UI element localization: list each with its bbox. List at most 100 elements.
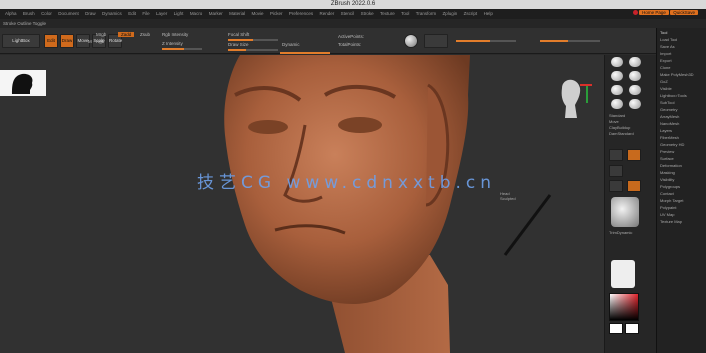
tray-header: Tool bbox=[660, 30, 668, 35]
menu-item[interactable]: Help bbox=[484, 11, 493, 16]
draw-size-slider[interactable] bbox=[228, 49, 278, 51]
quicksave-button[interactable]: QuickSave bbox=[670, 10, 698, 15]
menu-item[interactable]: Movie bbox=[252, 11, 264, 16]
alpha-icon[interactable] bbox=[627, 149, 641, 161]
home-page-button[interactable]: Home Page bbox=[639, 10, 669, 15]
navigation-gizmo-icon[interactable] bbox=[547, 73, 597, 123]
tray-row[interactable]: Preview bbox=[660, 149, 674, 154]
tray-row[interactable]: Visible bbox=[660, 86, 672, 91]
menu-item[interactable]: Edit bbox=[128, 11, 136, 16]
menu-item[interactable]: Stroke bbox=[361, 11, 374, 16]
main-color-swatch[interactable] bbox=[609, 323, 623, 334]
stroke-preview-icon[interactable] bbox=[611, 260, 635, 288]
tray-row[interactable]: Geometry HD bbox=[660, 142, 684, 147]
tray-row[interactable]: Polypaint bbox=[660, 205, 676, 210]
tray-row[interactable]: Save As bbox=[660, 44, 675, 49]
z-intensity-slider[interactable] bbox=[162, 48, 202, 50]
texture-icon[interactable] bbox=[609, 165, 623, 177]
tray-row[interactable]: Polygroups bbox=[660, 184, 680, 189]
edit-button[interactable]: Edit bbox=[44, 34, 58, 48]
brush-inflate-icon[interactable] bbox=[611, 99, 623, 109]
tray-row[interactable]: SubTool bbox=[660, 100, 674, 105]
menu-item[interactable]: Tool bbox=[401, 11, 409, 16]
zadd-button[interactable]: Zadd bbox=[118, 32, 135, 37]
lightbox-button[interactable]: LightBox bbox=[2, 34, 40, 48]
tray-row[interactable]: Contact bbox=[660, 191, 674, 196]
menu-item[interactable]: Brush bbox=[23, 11, 35, 16]
tray-row[interactable]: Export bbox=[660, 58, 672, 63]
menu-item[interactable]: Zplugin bbox=[443, 11, 458, 16]
tray-row[interactable]: Load Tool bbox=[660, 37, 677, 42]
orange-progress-bar bbox=[280, 52, 330, 54]
tray-row[interactable]: ArrayMesh bbox=[660, 114, 679, 119]
brush-standard-icon[interactable] bbox=[611, 57, 623, 67]
stroke-icon[interactable] bbox=[609, 149, 623, 161]
menu-item[interactable]: Macro bbox=[190, 11, 203, 16]
menu-item[interactable]: Transform bbox=[416, 11, 436, 16]
menu-item[interactable]: Preferences bbox=[289, 11, 313, 16]
menu-item[interactable]: Stencil bbox=[341, 11, 355, 16]
tray-row[interactable]: FiberMesh bbox=[660, 135, 679, 140]
menu-item[interactable]: Document bbox=[58, 11, 79, 16]
menu-item[interactable]: Texture bbox=[380, 11, 395, 16]
brush-hpolish-icon[interactable] bbox=[629, 85, 641, 95]
menu-item[interactable]: Zscript bbox=[464, 11, 478, 16]
material-icon[interactable] bbox=[627, 180, 641, 192]
tray-row[interactable]: Geometry bbox=[660, 107, 678, 112]
brush-claybuildup-icon[interactable] bbox=[611, 71, 623, 81]
tray-row[interactable]: GoZ bbox=[660, 79, 668, 84]
texture-button[interactable] bbox=[424, 34, 448, 48]
m-button[interactable]: M bbox=[88, 39, 92, 44]
tray-row[interactable]: Layers bbox=[660, 128, 672, 133]
focal-shift-slider[interactable] bbox=[228, 39, 278, 41]
window-title: ZBrush 2022.0.6 bbox=[330, 1, 376, 7]
tray-row[interactable]: Masking bbox=[660, 170, 675, 175]
current-tool-thumbnail[interactable] bbox=[611, 197, 639, 227]
zsub-button[interactable]: Zsub bbox=[140, 32, 150, 37]
tray-row[interactable]: Surface bbox=[660, 156, 674, 161]
tray-row[interactable]: UV Map bbox=[660, 212, 674, 217]
color-picker[interactable] bbox=[609, 293, 639, 321]
brush-trimdynamic-icon[interactable] bbox=[611, 85, 623, 95]
menu-item[interactable]: Alpha bbox=[5, 11, 17, 16]
tray-row[interactable]: Clone bbox=[660, 65, 670, 70]
menu-item[interactable]: Draw bbox=[85, 11, 96, 16]
tray-row[interactable]: Morph Target bbox=[660, 198, 684, 203]
menu-bar: Alpha Brush Color Document Draw Dynamics… bbox=[0, 9, 706, 19]
secondary-color-swatch[interactable] bbox=[625, 323, 639, 334]
dynamic-toggle[interactable]: Dynamic bbox=[282, 42, 300, 47]
tray-row[interactable]: Texture Map bbox=[660, 219, 682, 224]
brush-move-icon[interactable] bbox=[629, 57, 641, 67]
sub-bar: Stroke Outline Toggle bbox=[0, 19, 706, 28]
draw-button[interactable]: Draw bbox=[60, 34, 74, 48]
mrgb-button[interactable]: Mrgb bbox=[96, 32, 106, 37]
menu-item[interactable]: Dynamics bbox=[102, 11, 122, 16]
menu-item[interactable]: Render bbox=[320, 11, 335, 16]
brush-damstandard-icon[interactable] bbox=[629, 71, 641, 81]
canvas-viewport[interactable]: 技艺CG www.cdnxxtb.cn Head Sculpted bbox=[0, 55, 604, 353]
rgb-intensity-label[interactable]: Rgb Intensity bbox=[162, 32, 188, 37]
z-intensity-label[interactable]: Z Intensity bbox=[162, 41, 183, 46]
grid-icon[interactable] bbox=[609, 180, 623, 192]
menu-item[interactable]: Picker bbox=[270, 11, 283, 16]
rgb-slider[interactable] bbox=[456, 40, 516, 42]
menu-item[interactable]: File bbox=[142, 11, 149, 16]
brush-slider[interactable] bbox=[540, 40, 600, 42]
brush-pinch-icon[interactable] bbox=[629, 99, 641, 109]
tray-row[interactable]: Deformation bbox=[660, 163, 682, 168]
menu-item[interactable]: Color bbox=[41, 11, 52, 16]
tray-row[interactable]: Import bbox=[660, 51, 671, 56]
rgb-button[interactable]: Rgb bbox=[96, 39, 104, 44]
brush-label: Move bbox=[609, 119, 619, 124]
menu-item[interactable]: Light bbox=[174, 11, 184, 16]
material-sphere-icon[interactable] bbox=[404, 34, 418, 48]
menu-item[interactable]: Material bbox=[229, 11, 245, 16]
focal-shift-label[interactable]: Focal Shift bbox=[228, 32, 249, 37]
tray-row[interactable]: Lightbox>Tools bbox=[660, 93, 687, 98]
tray-row[interactable]: NanoMesh bbox=[660, 121, 679, 126]
tray-row[interactable]: Make PolyMesh3D bbox=[660, 72, 694, 77]
draw-size-label[interactable]: Draw Size bbox=[228, 42, 249, 47]
menu-item[interactable]: Layer bbox=[156, 11, 167, 16]
menu-item[interactable]: Marker bbox=[209, 11, 223, 16]
tray-row[interactable]: Visibility bbox=[660, 177, 674, 182]
